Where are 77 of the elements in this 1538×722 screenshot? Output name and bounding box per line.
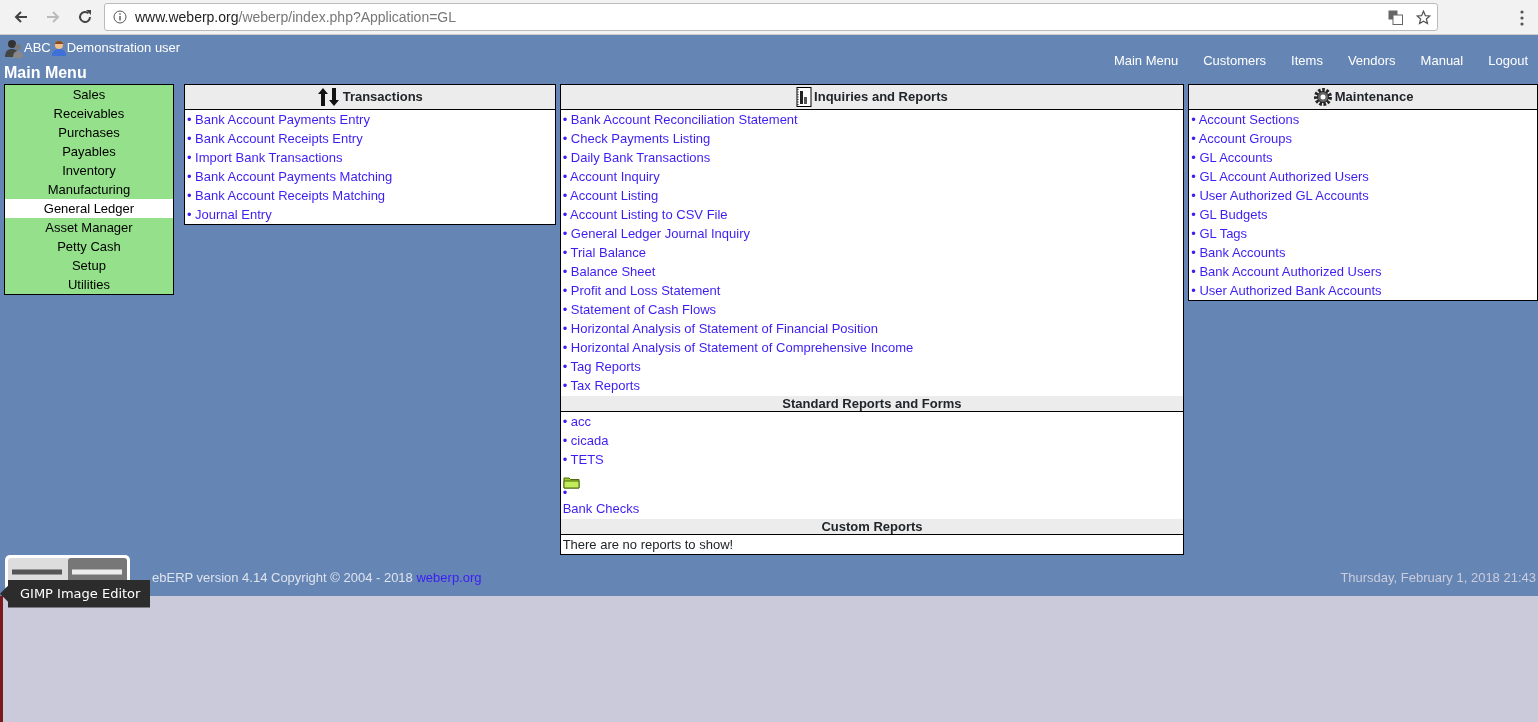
report-link[interactable]: • cicada [560,431,1184,450]
menu-link[interactable]: • Statement of Cash Flows [560,300,1184,319]
module-link[interactable]: Petty Cash [5,237,173,256]
company-name: ABC [24,39,51,58]
nav-link[interactable]: Logout [1488,51,1528,84]
menu-link[interactable]: • Account Sections [1189,110,1537,129]
folder-icon[interactable] [562,476,580,490]
module-link[interactable]: Asset Manager [5,218,173,237]
module-link[interactable]: General Ledger [5,199,173,218]
star-icon[interactable] [1415,9,1431,25]
menu-link[interactable]: • Bank Account Receipts Matching [184,186,555,205]
bullet: • [561,489,569,499]
menu-link[interactable]: • Daily Bank Transactions [560,148,1184,167]
menu-link[interactable]: • Import Bank Transactions [184,148,555,167]
menu-link[interactable]: • Account Listing [560,186,1184,205]
module-link[interactable]: Receivables [5,104,173,123]
address-bar[interactable]: www.weberp.org/weberp/index.php?Application=GL [104,3,1438,31]
menu-link[interactable]: • Account Groups [1189,129,1537,148]
back-icon[interactable] [13,9,29,25]
menu-link[interactable]: • Journal Entry [184,205,555,224]
menu-link[interactable]: • GL Tags [1189,224,1537,243]
menu-link[interactable]: • Trial Balance [560,243,1184,262]
module-link[interactable]: Purchases [5,123,173,142]
empty-message: There are no reports to show! [561,536,735,554]
menu-link[interactable]: • GL Account Authorized Users [1189,167,1537,186]
menu-link[interactable]: • Balance Sheet [560,262,1184,281]
menu-link[interactable]: • General Ledger Journal Inquiry [560,224,1184,243]
translate-icon[interactable] [1387,9,1403,25]
user-icon [50,40,67,56]
menu-link[interactable]: • Account Inquiry [560,167,1184,186]
menu-link[interactable]: • GL Accounts [1189,148,1537,167]
nav-link[interactable]: Vendors [1347,51,1396,84]
section-title: Custom Reports [560,519,1184,535]
nav-link[interactable]: Items [1291,51,1323,84]
menu-link[interactable]: • Tag Reports [560,357,1184,376]
date-time: Thursday, February 1, 2018 21:43 [1340,569,1537,588]
menu-link[interactable]: • Account Listing to CSV File [560,205,1184,224]
panel-title: Maintenance [1334,88,1414,107]
panel-title: Inquiries and Reports [814,88,948,107]
user-name: Demonstration user [66,39,181,58]
module-link[interactable]: Inventory [5,161,173,180]
menu-icon[interactable] [1520,10,1524,26]
menu-link[interactable]: • Tax Reports [560,376,1184,395]
nav-link[interactable]: Manual [1420,51,1464,84]
nav-link[interactable]: Main Menu [1113,51,1179,84]
module-link[interactable]: Setup [5,256,173,275]
menu-link[interactable]: • User Authorized Bank Accounts [1189,281,1537,300]
menu-link[interactable]: • Bank Account Receipts Entry [184,129,555,148]
module-link[interactable]: Sales [5,85,173,104]
users-icon [4,38,24,58]
menu-link[interactable]: • Bank Account Payments Entry [184,110,555,129]
menu-link[interactable]: • Horizontal Analysis of Statement of Financial Position [560,319,1184,338]
up-down-arrows-icon [316,87,341,107]
menu-link[interactable]: • Horizontal Analysis of Statement of Comprehensive Income [560,338,1184,357]
menu-link[interactable]: • Bank Account Authorized Users [1189,262,1537,281]
report-link[interactable]: Bank Checks [560,499,1184,518]
nav-link[interactable]: Customers [1203,51,1267,84]
menu-link[interactable]: • Bank Account Payments Matching [184,167,555,186]
copyright-text: ebERP version 4.14 Copyright © 2004 - 2018 [152,570,413,586]
tooltip: GIMP Image Editor [0,580,151,608]
module-link[interactable]: Utilities [5,275,173,294]
section-title: Standard Reports and Forms [560,396,1184,412]
menu-link[interactable]: • Check Payments Listing [560,129,1184,148]
report-link[interactable]: • acc [560,412,1184,431]
page-title: Main Menu [4,63,88,83]
module-link[interactable]: Manufacturing [5,180,173,199]
menu-link[interactable]: • Bank Accounts [1189,243,1537,262]
reload-icon[interactable] [77,9,93,25]
report-link[interactable]: • TETS [560,450,1184,469]
menu-link[interactable]: • GL Budgets [1189,205,1537,224]
info-icon [113,10,127,24]
gear-icon [1312,87,1333,107]
menu-link[interactable]: • User Authorized GL Accounts [1189,186,1537,205]
module-link[interactable]: Payables [5,142,173,161]
panel-title: Transactions [342,88,423,107]
menu-link[interactable]: • Profit and Loss Statement [560,281,1184,300]
menu-link[interactable]: • Bank Account Reconciliation Statement [560,110,1184,129]
